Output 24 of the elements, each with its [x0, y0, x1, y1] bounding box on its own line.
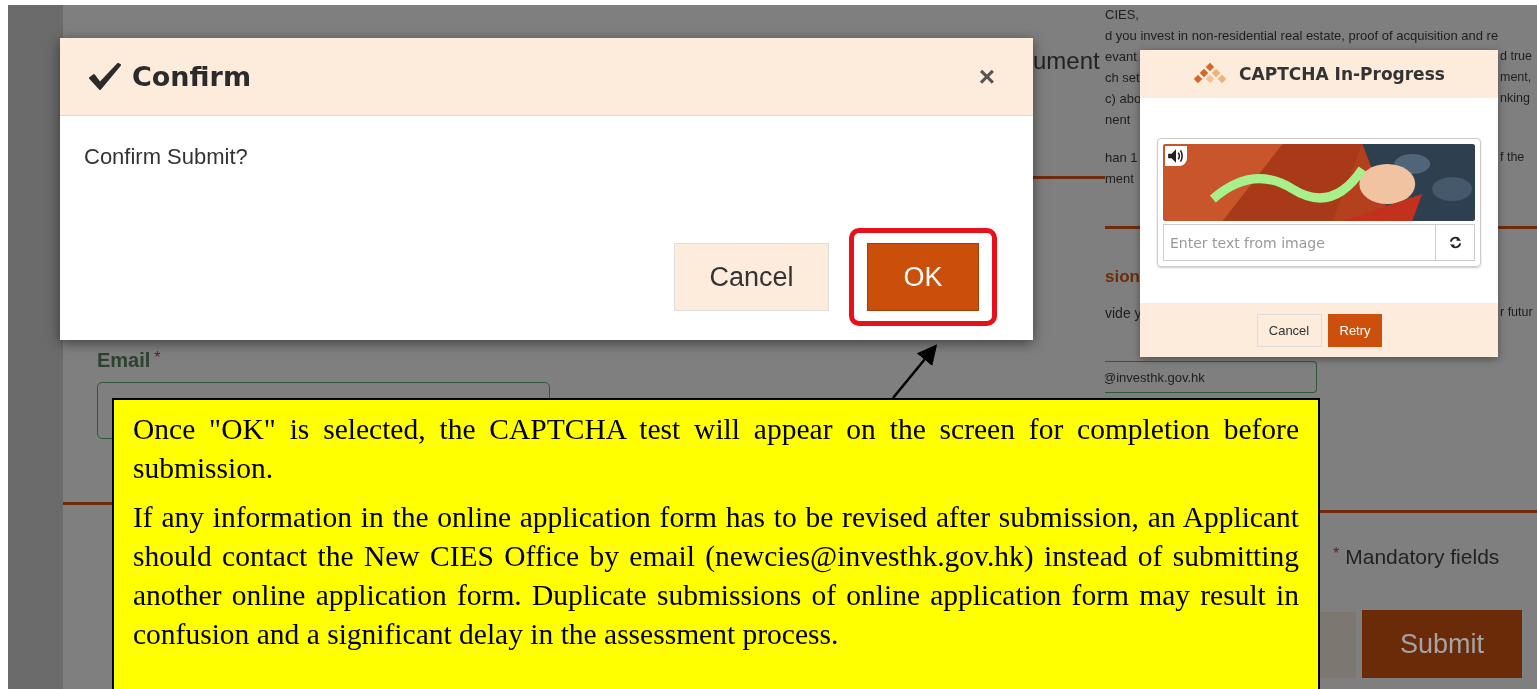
mandatory-note: Mandatory fields — [1345, 545, 1500, 569]
section-heading: sion — [1105, 267, 1140, 287]
body-text: nent — [1105, 112, 1131, 127]
required-mark: * — [1333, 545, 1340, 564]
body-text: han 1 — [1105, 150, 1138, 165]
callout-text: If any information in the online application form has to be revised after submission, an Applicant should contact the New CIES Office by email (newcies@investhk.gov.hk) instead of submitting another online application form. Duplicate submissions of online application form may result in confusion and a significant delay in the assessment process. — [133, 500, 1299, 652]
dialog-title: Confirm — [132, 61, 253, 92]
body-text: d you invest in non-residential real estate, proof of acquisition and re — [1105, 28, 1499, 43]
body-text: r futur — [1500, 305, 1533, 319]
body-text: f the — [1500, 149, 1525, 166]
dialog-message: Confirm Submit? — [84, 144, 248, 170]
body-text: ch set — [1105, 70, 1140, 85]
body-text: c) abo — [1105, 91, 1142, 106]
callout-text: Once "OK" is selected, the CAPTCHA test will appear on the screen for completion before submission. — [133, 412, 1299, 486]
section-heading: ument — [1033, 47, 1100, 75]
body-text: nking — [1500, 90, 1530, 107]
body-text: ment, — [1500, 69, 1532, 86]
dialog-title: CAPTCHA In-Progress — [1239, 64, 1445, 84]
body-text: d true — [1500, 48, 1532, 65]
body-text: CIES, — [1105, 7, 1139, 22]
required-mark: * — [154, 349, 161, 367]
body-text: evant — [1105, 49, 1137, 64]
email-label: Email — [97, 349, 151, 372]
body-text: ment — [1105, 171, 1134, 186]
